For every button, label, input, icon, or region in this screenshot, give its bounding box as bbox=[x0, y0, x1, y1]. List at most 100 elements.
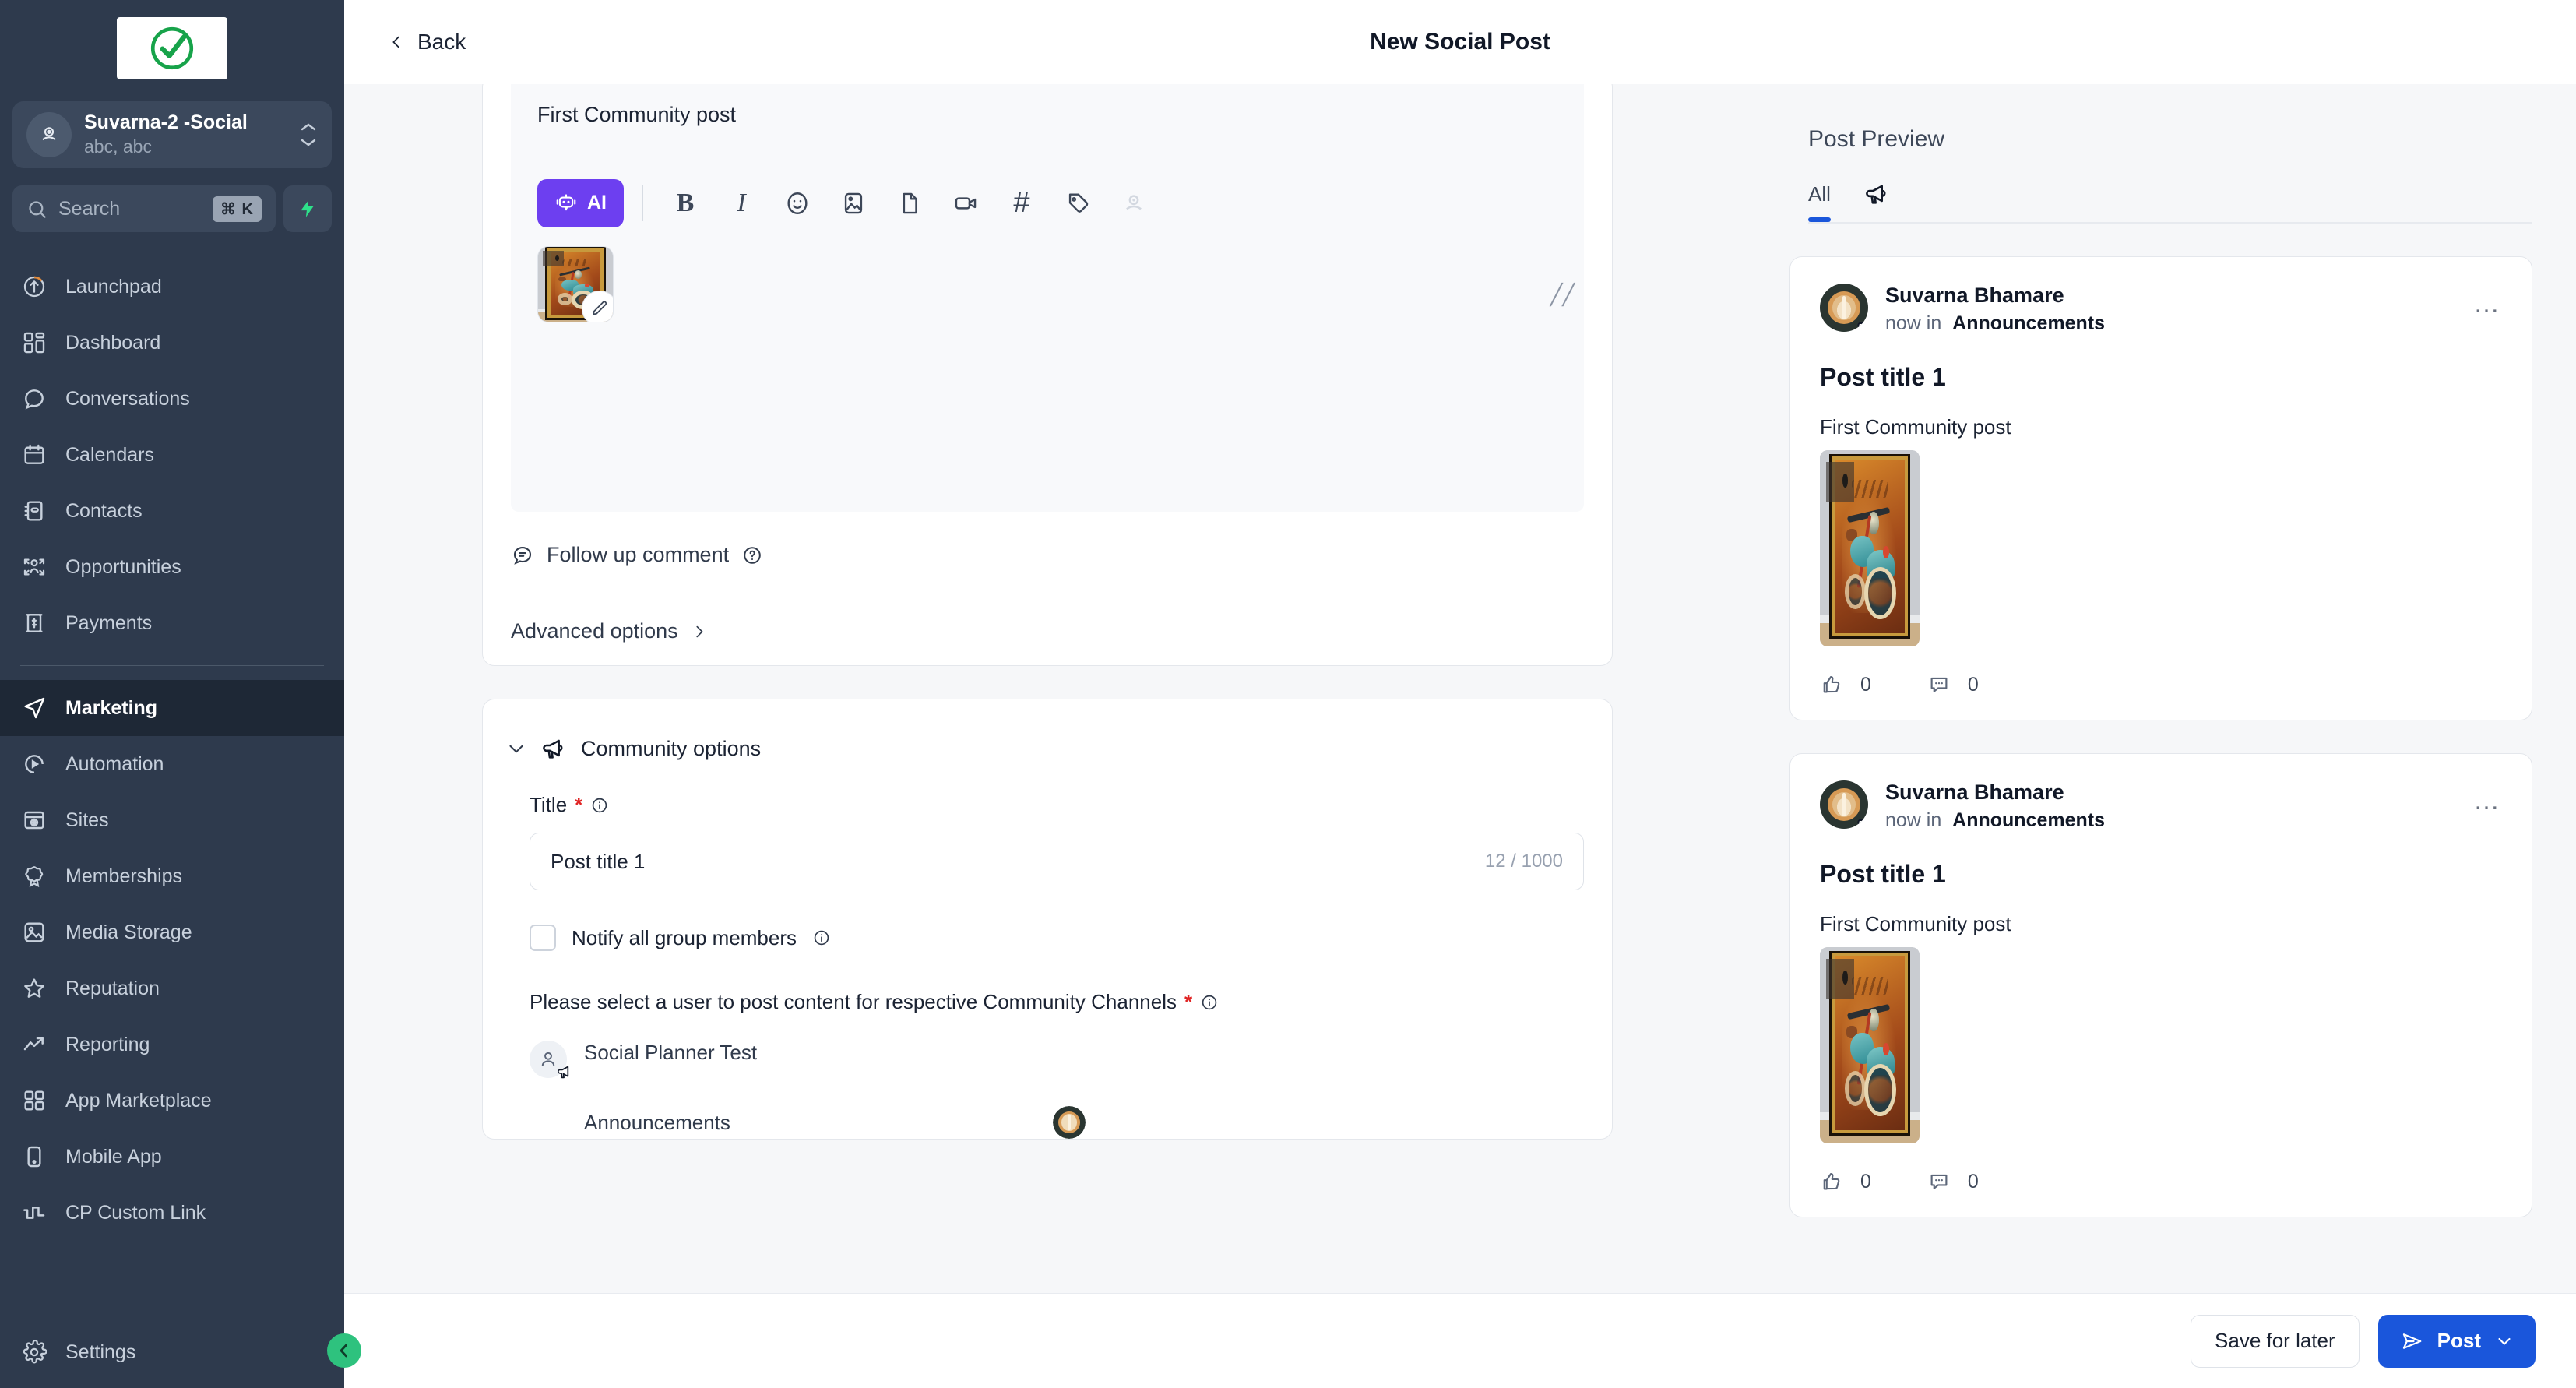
contacts-icon bbox=[20, 497, 48, 525]
preview-post-title: Post title 1 bbox=[1820, 860, 2502, 889]
send-icon bbox=[20, 694, 48, 722]
avatar bbox=[1820, 780, 1868, 829]
like-button[interactable]: 0 bbox=[1820, 673, 1871, 696]
channel-row[interactable]: Announcements bbox=[530, 1106, 1584, 1139]
video-icon[interactable] bbox=[942, 180, 989, 227]
italic-icon[interactable]: I bbox=[718, 180, 765, 227]
save-for-later-button[interactable]: Save for later bbox=[2191, 1315, 2360, 1368]
search-shortcut: ⌘ K bbox=[213, 196, 262, 222]
sidebar-item-app-marketplace[interactable]: App Marketplace bbox=[0, 1073, 344, 1129]
rocket-icon bbox=[20, 273, 48, 301]
main-area: Back New Social Post First Community pos… bbox=[344, 0, 2576, 1388]
sites-icon bbox=[20, 806, 48, 834]
sidebar-item-marketing[interactable]: Marketing bbox=[0, 680, 344, 736]
sidebar-collapse-button[interactable] bbox=[327, 1333, 361, 1368]
sidebar-item-label: Calendars bbox=[65, 444, 154, 467]
title-input[interactable]: Post title 1 12 / 1000 bbox=[530, 833, 1584, 890]
attachment-row bbox=[537, 227, 1557, 322]
chevron-down-icon bbox=[2495, 1332, 2514, 1351]
tab-community-megaphone-icon[interactable] bbox=[1863, 181, 1890, 222]
preview-post-body: First Community post bbox=[1820, 415, 2502, 439]
sidebar-item-mobile-app[interactable]: Mobile App bbox=[0, 1129, 344, 1185]
sidebar-item-conversations[interactable]: Conversations bbox=[0, 371, 344, 427]
sidebar-item-automation[interactable]: Automation bbox=[0, 736, 344, 792]
search-input[interactable]: Search ⌘ K bbox=[12, 185, 276, 232]
post-button[interactable]: Post bbox=[2378, 1315, 2536, 1368]
notify-checkbox[interactable] bbox=[530, 925, 556, 951]
avatar bbox=[1820, 284, 1868, 332]
preview-subtitle: now in Announcements bbox=[1885, 312, 2456, 335]
preview-subtitle: now in Announcements bbox=[1885, 809, 2456, 832]
quick-action-button[interactable] bbox=[283, 185, 332, 232]
sidebar-bottom: Settings bbox=[0, 1324, 344, 1388]
toolbar-separator bbox=[642, 185, 643, 221]
bold-icon[interactable]: B bbox=[662, 180, 709, 227]
location-user-icon bbox=[37, 123, 61, 146]
like-count: 0 bbox=[1860, 674, 1871, 696]
sidebar-item-memberships[interactable]: Memberships bbox=[0, 848, 344, 904]
sidebar-item-label: Contacts bbox=[65, 500, 143, 523]
search-placeholder: Search bbox=[58, 198, 202, 220]
selected-user-name: Social Planner Test bbox=[584, 1041, 1584, 1065]
preview-card-actions: 0 0 bbox=[1820, 673, 2502, 696]
advanced-options-label: Advanced options bbox=[511, 619, 678, 643]
follow-up-comment-row[interactable]: Follow up comment bbox=[511, 543, 1584, 594]
sidebar-item-launchpad[interactable]: Launchpad bbox=[0, 259, 344, 315]
play-circle-icon bbox=[20, 750, 48, 778]
send-icon bbox=[2400, 1330, 2423, 1353]
channel-name: Announcements bbox=[530, 1111, 1053, 1135]
advanced-options-row[interactable]: Advanced options bbox=[511, 619, 1584, 643]
preview-card-menu-icon[interactable]: … bbox=[2473, 284, 2502, 312]
resize-handle[interactable]: ╱╱ bbox=[1550, 284, 1575, 305]
preview-author: Suvarna Bhamare bbox=[1885, 284, 2456, 308]
selected-user-row[interactable]: Social Planner Test bbox=[530, 1041, 1584, 1078]
workspace-switcher[interactable]: Suvarna-2 -Social abc, abc bbox=[12, 101, 332, 168]
emoji-icon[interactable] bbox=[774, 180, 821, 227]
sidebar-item-dashboard[interactable]: Dashboard bbox=[0, 315, 344, 371]
preview-card: Suvarna Bhamare now in Announcements … P… bbox=[1789, 256, 2532, 720]
back-button[interactable]: Back bbox=[388, 30, 466, 55]
sidebar-item-cp-custom-link[interactable]: CP Custom Link bbox=[0, 1185, 344, 1241]
sidebar-item-settings[interactable]: Settings bbox=[0, 1324, 344, 1380]
sidebar-item-label: Reporting bbox=[65, 1034, 150, 1056]
community-options-card: Community options Title * Post title 1 bbox=[482, 699, 1613, 1140]
preview-post-title: Post title 1 bbox=[1820, 363, 2502, 392]
image-icon[interactable] bbox=[830, 180, 877, 227]
preview-post-image[interactable] bbox=[1820, 450, 1920, 646]
comment-button[interactable]: 0 bbox=[1927, 1170, 1979, 1193]
info-icon bbox=[590, 796, 609, 815]
comment-icon bbox=[1927, 673, 1951, 696]
attachment-thumbnail[interactable] bbox=[537, 246, 614, 322]
thumbs-up-icon bbox=[1820, 1170, 1843, 1193]
preview-post-image[interactable] bbox=[1820, 947, 1920, 1143]
post-editor-text: First Community post bbox=[537, 99, 1557, 131]
sidebar-item-calendars[interactable]: Calendars bbox=[0, 427, 344, 483]
tag-icon[interactable] bbox=[1054, 180, 1101, 227]
tab-all[interactable]: All bbox=[1808, 182, 1831, 222]
sidebar-item-reputation[interactable]: Reputation bbox=[0, 960, 344, 1016]
pencil-icon bbox=[590, 299, 609, 318]
comment-button[interactable]: 0 bbox=[1927, 673, 1979, 696]
sidebar-item-opportunities[interactable]: Opportunities bbox=[0, 539, 344, 595]
sidebar-item-sites[interactable]: Sites bbox=[0, 792, 344, 848]
footer-actions: Save for later Post bbox=[344, 1293, 2576, 1388]
star-icon bbox=[20, 974, 48, 1002]
like-button[interactable]: 0 bbox=[1820, 1170, 1871, 1193]
sidebar-item-reporting[interactable]: Reporting bbox=[0, 1016, 344, 1073]
help-circle-icon bbox=[741, 544, 763, 566]
pulse-icon bbox=[20, 1199, 48, 1227]
sidebar-item-contacts[interactable]: Contacts bbox=[0, 483, 344, 539]
preview-card-menu-icon[interactable]: … bbox=[2473, 780, 2502, 808]
edit-attachment-button[interactable] bbox=[582, 291, 614, 322]
notify-row: Notify all group members bbox=[530, 925, 1584, 951]
sidebar-item-media-storage[interactable]: Media Storage bbox=[0, 904, 344, 960]
brand-logo bbox=[117, 17, 227, 79]
sidebar-item-payments[interactable]: Payments bbox=[0, 595, 344, 651]
hashtag-icon[interactable]: # bbox=[998, 180, 1045, 227]
ai-button[interactable]: AI bbox=[537, 179, 624, 227]
required-marker: * bbox=[1184, 990, 1192, 1014]
post-editor[interactable]: First Community post ╱╱ AI bbox=[511, 84, 1584, 512]
community-options-header[interactable]: Community options bbox=[483, 735, 1612, 762]
megaphone-badge-icon bbox=[1856, 812, 1868, 829]
file-icon[interactable] bbox=[886, 180, 933, 227]
